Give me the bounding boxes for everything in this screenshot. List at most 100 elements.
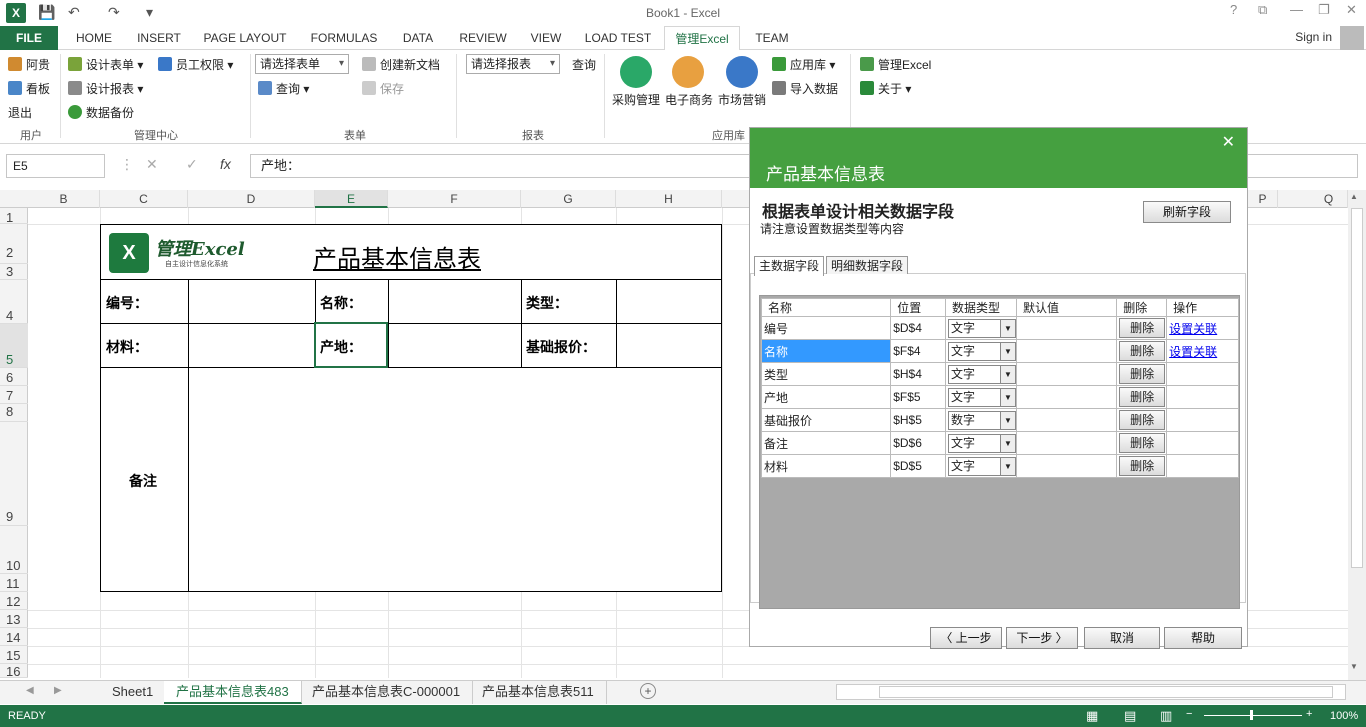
row-header[interactable]: 3: [0, 264, 28, 280]
table-row[interactable]: 备注 $D$6 文字 删除: [760, 431, 1239, 455]
tab-detail-fields[interactable]: 明细数据字段: [826, 256, 909, 274]
row-header[interactable]: 15: [0, 646, 28, 664]
zoom-slider[interactable]: [1204, 715, 1302, 716]
field-type-cell[interactable]: 文字: [944, 385, 1017, 409]
restore-icon[interactable]: ❐: [1318, 2, 1330, 18]
create-document-button[interactable]: 创建新文档: [362, 56, 440, 73]
page-break-view-icon[interactable]: ▥: [1160, 708, 1172, 724]
row-header[interactable]: 5: [0, 324, 28, 368]
table-row[interactable]: 材料 $D$5 文字 删除: [760, 454, 1239, 478]
tab-view[interactable]: VIEW: [524, 26, 568, 50]
column-header[interactable]: E: [315, 190, 388, 208]
form-select[interactable]: 请选择表单: [255, 54, 349, 74]
delete-button[interactable]: 删除: [1119, 410, 1166, 430]
insert-function-icon[interactable]: fx: [220, 156, 231, 172]
prev-step-button[interactable]: 〈 上一步: [930, 627, 1002, 649]
type-dropdown[interactable]: 文字: [947, 318, 1016, 338]
row-header[interactable]: 1: [0, 208, 28, 225]
column-header[interactable]: C: [100, 190, 188, 208]
type-dropdown[interactable]: 文字: [947, 456, 1016, 476]
table-row[interactable]: 基础报价 $H$5 数字 删除: [760, 408, 1239, 432]
tab-main-fields[interactable]: 主数据字段: [754, 256, 825, 276]
normal-view-icon[interactable]: ▦: [1086, 708, 1098, 724]
marketing-button[interactable]: 市场营销: [718, 91, 766, 108]
row-header[interactable]: 11: [0, 574, 28, 592]
delete-button[interactable]: 删除: [1119, 433, 1166, 453]
type-dropdown[interactable]: 文字: [947, 341, 1016, 361]
column-header[interactable]: P: [1248, 190, 1278, 208]
field-type-cell[interactable]: 文字: [944, 362, 1017, 386]
table-row[interactable]: 类型 $H$4 文字 删除: [760, 362, 1239, 386]
ecommerce-button[interactable]: 电子商务: [665, 91, 713, 108]
field-position-cell[interactable]: $D$5: [890, 454, 946, 478]
minimize-icon[interactable]: —: [1290, 2, 1303, 17]
tab-team[interactable]: TEAM: [748, 26, 796, 50]
design-report-button[interactable]: 设计报表 ▾: [68, 80, 143, 97]
column-header[interactable]: B: [28, 190, 100, 208]
save-button[interactable]: 保存: [362, 80, 404, 97]
app-library-button[interactable]: 应用库 ▾: [772, 56, 835, 73]
row-header[interactable]: 12: [0, 592, 28, 610]
field-name-cell[interactable]: 材料: [760, 454, 892, 478]
column-header[interactable]: F: [388, 190, 521, 208]
sheet-tab-active[interactable]: 产品基本信息表483: [164, 681, 302, 704]
vertical-scrollbar[interactable]: ▲ ▼: [1348, 190, 1366, 680]
field-position-cell[interactable]: $F$5: [890, 385, 946, 409]
close-icon[interactable]: ✕: [1222, 132, 1235, 152]
table-row[interactable]: 产地 $F$5 文字 删除: [760, 385, 1239, 409]
field-type-cell[interactable]: 文字: [944, 316, 1017, 340]
row-header[interactable]: 14: [0, 628, 28, 646]
tab-load-test[interactable]: LOAD TEST: [580, 26, 656, 50]
tab-data[interactable]: DATA: [394, 26, 442, 50]
column-header[interactable]: D: [188, 190, 315, 208]
field-position-cell[interactable]: $H$5: [890, 408, 946, 432]
user-button[interactable]: 阿贵: [8, 56, 50, 73]
field-type-cell[interactable]: 数字: [944, 408, 1017, 432]
logout-button[interactable]: 退出: [8, 104, 32, 121]
sheet-tab[interactable]: 产品基本信息表511: [470, 681, 607, 704]
report-select[interactable]: 请选择报表: [466, 54, 560, 74]
delete-button[interactable]: 删除: [1119, 341, 1166, 361]
sheet-tab[interactable]: Sheet1: [100, 681, 167, 704]
field-position-cell[interactable]: $D$4: [890, 316, 946, 340]
field-default-cell[interactable]: [1015, 408, 1118, 432]
scroll-up-icon[interactable]: ▲: [1350, 192, 1358, 201]
column-header[interactable]: G: [521, 190, 616, 208]
field-name-cell[interactable]: 名称: [760, 339, 892, 363]
row-header[interactable]: 4: [0, 280, 28, 324]
refresh-fields-button[interactable]: 刷新字段: [1143, 201, 1231, 223]
zoom-level[interactable]: 100%: [1330, 710, 1358, 722]
field-type-cell[interactable]: 文字: [944, 454, 1017, 478]
import-data-button[interactable]: 导入数据: [772, 80, 838, 97]
row-header[interactable]: 2: [0, 224, 28, 264]
close-icon[interactable]: ✕: [1346, 2, 1357, 18]
scroll-thumb[interactable]: [1351, 208, 1363, 568]
tab-manage-excel[interactable]: 管理Excel: [664, 26, 740, 51]
set-relation-link[interactable]: 设置关联: [1169, 322, 1217, 336]
field-default-cell[interactable]: [1015, 362, 1118, 386]
field-default-cell[interactable]: [1015, 431, 1118, 455]
tab-file[interactable]: FILE: [0, 26, 58, 50]
field-default-cell[interactable]: [1015, 385, 1118, 409]
form-query-button[interactable]: 查询 ▾: [258, 80, 309, 97]
delete-button[interactable]: 删除: [1119, 318, 1166, 338]
field-name-cell[interactable]: 基础报价: [760, 408, 892, 432]
type-dropdown[interactable]: 文字: [947, 433, 1016, 453]
next-sheet-icon[interactable]: ▶: [54, 685, 62, 696]
row-header[interactable]: 6: [0, 368, 28, 386]
row-header[interactable]: 7: [0, 386, 28, 404]
zoom-slider-thumb[interactable]: [1250, 710, 1253, 720]
about-button[interactable]: 关于 ▾: [860, 80, 911, 97]
field-default-cell[interactable]: [1015, 454, 1118, 478]
cancel-icon[interactable]: ✕: [146, 156, 158, 173]
report-query-button[interactable]: 查询: [572, 56, 596, 73]
row-header[interactable]: 16: [0, 664, 28, 679]
data-backup-button[interactable]: 数据备份: [68, 104, 134, 121]
row-header[interactable]: 10: [0, 526, 28, 574]
help-icon[interactable]: ?: [1230, 2, 1237, 17]
column-header[interactable]: H: [616, 190, 722, 208]
tab-page-layout[interactable]: PAGE LAYOUT: [196, 26, 294, 50]
active-cell[interactable]: [314, 322, 388, 368]
field-position-cell[interactable]: $F$4: [890, 339, 946, 363]
table-row[interactable]: 名称 $F$4 文字 删除 设置关联: [760, 339, 1239, 363]
